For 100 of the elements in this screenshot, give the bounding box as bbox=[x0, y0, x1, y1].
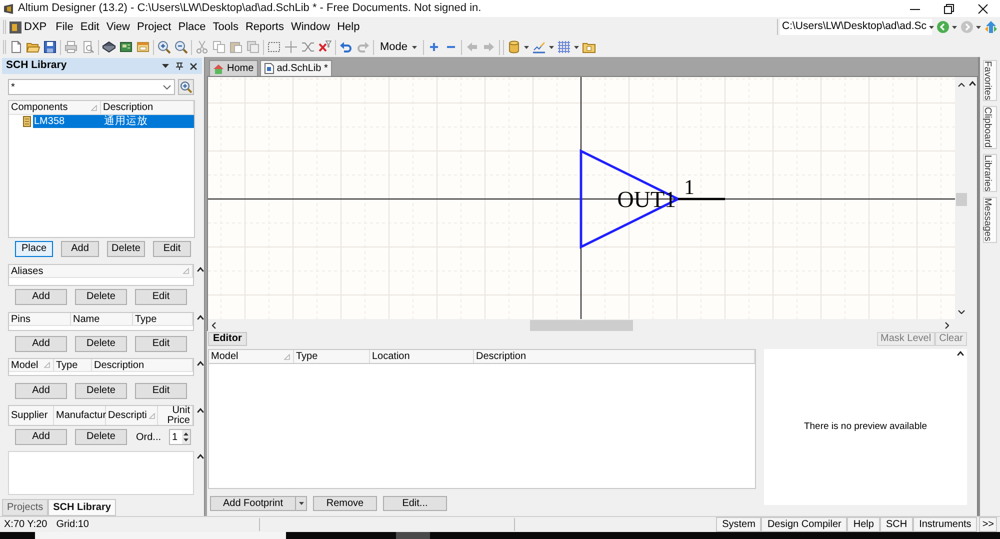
scrollbar-thumb[interactable] bbox=[530, 320, 633, 330]
pin-line[interactable] bbox=[678, 198, 725, 200]
menu-item[interactable]: View bbox=[106, 18, 130, 36]
layers-icon[interactable] bbox=[102, 40, 116, 54]
shuffle-icon[interactable] bbox=[301, 40, 315, 54]
status-bar-button[interactable]: System bbox=[716, 517, 762, 532]
status-bar-button[interactable]: SCH bbox=[880, 517, 914, 532]
path-combobox[interactable]: C:\Users\LW\Desktop\ad\ad.Sc bbox=[780, 19, 932, 35]
status-bar-button[interactable]: Help bbox=[847, 517, 880, 532]
add-footprint-button[interactable]: Add Footprint bbox=[210, 496, 296, 511]
add-button[interactable]: Add bbox=[15, 429, 67, 445]
collapse-caret-icon[interactable] bbox=[197, 454, 204, 459]
mode-dropdown[interactable]: Mode bbox=[377, 38, 420, 56]
collapse-caret-icon[interactable] bbox=[969, 81, 976, 86]
column-header[interactable]: Type bbox=[133, 313, 193, 325]
menu-item[interactable]: File bbox=[56, 18, 74, 36]
chevron-down-icon[interactable] bbox=[163, 84, 171, 90]
new-document-icon[interactable] bbox=[9, 40, 23, 54]
column-header[interactable]: Name bbox=[71, 313, 133, 325]
scroll-down-icon[interactable] bbox=[958, 310, 965, 314]
close-icon[interactable] bbox=[978, 4, 988, 14]
component-row[interactable]: LM358 通用运放 bbox=[33, 115, 194, 128]
column-header[interactable]: Type bbox=[54, 359, 92, 371]
collapse-caret-icon[interactable] bbox=[197, 408, 204, 413]
side-panel-tab[interactable]: Clipboard bbox=[983, 106, 997, 149]
caret-down-icon[interactable] bbox=[952, 26, 957, 28]
delete-button[interactable]: Delete bbox=[75, 383, 127, 399]
menu-item[interactable]: Tools bbox=[212, 18, 238, 36]
folder-icon[interactable] bbox=[582, 40, 596, 54]
print-preview-icon[interactable] bbox=[81, 40, 95, 54]
delete-button[interactable]: Delete bbox=[75, 336, 127, 352]
column-header[interactable]: Supplier bbox=[9, 406, 54, 425]
column-header[interactable]: Description bbox=[474, 350, 755, 363]
column-header[interactable]: Description bbox=[92, 359, 193, 371]
menu-item[interactable]: Help bbox=[337, 18, 360, 36]
spin-arrows-icon[interactable] bbox=[182, 430, 190, 444]
selection-rectangle-icon[interactable] bbox=[267, 40, 281, 54]
document-tab[interactable]: ad.SchLib * bbox=[260, 60, 332, 76]
column-header[interactable]: Descripti bbox=[106, 406, 158, 425]
clipboard-icon[interactable] bbox=[229, 40, 243, 54]
column-header[interactable]: Model bbox=[9, 359, 54, 371]
collapse-caret-icon[interactable] bbox=[197, 315, 204, 320]
edit-button[interactable]: Edit bbox=[135, 336, 187, 352]
amplifier-triangle[interactable] bbox=[580, 149, 681, 249]
delete-button[interactable]: Delete bbox=[75, 429, 127, 445]
collapse-caret-icon[interactable] bbox=[197, 267, 204, 272]
circuit-board-icon[interactable] bbox=[119, 40, 133, 54]
edit-button[interactable]: Edit bbox=[135, 289, 187, 305]
side-panel-tab[interactable]: Libraries bbox=[983, 154, 997, 192]
add-button[interactable]: Add bbox=[15, 336, 67, 352]
caret-down-icon[interactable] bbox=[524, 46, 529, 48]
panel-menu-icon[interactable] bbox=[162, 64, 169, 68]
scroll-left-icon[interactable] bbox=[212, 322, 216, 328]
delete-button[interactable]: Delete bbox=[75, 289, 127, 305]
menu-item[interactable]: Project bbox=[136, 18, 172, 36]
add-button[interactable]: Add bbox=[61, 241, 99, 257]
scrollbar-thumb[interactable] bbox=[956, 193, 967, 206]
status-bar-button[interactable]: Design Compiler bbox=[761, 517, 848, 532]
panel-tab[interactable]: Projects bbox=[2, 499, 48, 516]
status-bar-button[interactable]: Instruments bbox=[913, 517, 978, 532]
remove-button[interactable]: Remove bbox=[313, 496, 377, 511]
pencil-chart-icon[interactable] bbox=[532, 40, 546, 54]
close-icon[interactable] bbox=[190, 62, 197, 70]
caret-down-icon[interactable] bbox=[928, 26, 934, 28]
column-header[interactable]: Location bbox=[370, 350, 474, 363]
edit-button[interactable]: Edit... bbox=[383, 496, 447, 511]
column-header[interactable]: Description bbox=[101, 101, 194, 114]
zoom-out-icon[interactable] bbox=[174, 40, 188, 54]
edit-button[interactable]: Edit bbox=[153, 241, 191, 257]
dropdown-button[interactable] bbox=[296, 496, 307, 511]
caret-down-icon[interactable] bbox=[976, 26, 981, 28]
menu-item[interactable]: Place bbox=[178, 18, 206, 36]
column-header[interactable]: Pins bbox=[9, 313, 71, 325]
menu-item[interactable]: Edit bbox=[80, 18, 100, 36]
side-panel-tab[interactable]: Favorites bbox=[983, 60, 997, 102]
column-header[interactable]: Components bbox=[9, 101, 101, 114]
caret-down-icon[interactable] bbox=[412, 46, 417, 48]
document-tab[interactable]: Home bbox=[209, 60, 258, 76]
window-icon[interactable] bbox=[136, 40, 150, 54]
column-header[interactable]: Unit Price bbox=[158, 406, 193, 425]
edit-button[interactable]: Edit bbox=[135, 383, 187, 399]
cross-funnel-icon[interactable] bbox=[318, 40, 332, 54]
side-panel-tab[interactable]: Messages bbox=[983, 197, 997, 242]
caret-down-icon[interactable] bbox=[574, 46, 579, 48]
add-button[interactable]: Add bbox=[15, 383, 67, 399]
editor-tab[interactable]: Editor bbox=[208, 332, 247, 346]
column-header[interactable]: Type bbox=[294, 350, 370, 363]
undo-icon[interactable] bbox=[339, 40, 353, 54]
caret-down-icon[interactable] bbox=[298, 502, 304, 505]
restore-icon[interactable] bbox=[944, 4, 954, 14]
menu-item[interactable]: Reports bbox=[245, 18, 284, 36]
menu-item[interactable]: Window bbox=[290, 18, 330, 36]
order-quantity-spinbox[interactable]: 1 bbox=[169, 429, 192, 445]
status-bar-button[interactable]: >> bbox=[979, 517, 997, 532]
delete-button[interactable]: Delete bbox=[107, 241, 145, 257]
column-header[interactable]: Aliases bbox=[9, 265, 193, 277]
save-icon[interactable] bbox=[43, 40, 57, 54]
filter-combobox[interactable]: * bbox=[8, 79, 175, 95]
add-button[interactable]: Add bbox=[15, 289, 67, 305]
column-header[interactable]: Model bbox=[209, 350, 294, 363]
